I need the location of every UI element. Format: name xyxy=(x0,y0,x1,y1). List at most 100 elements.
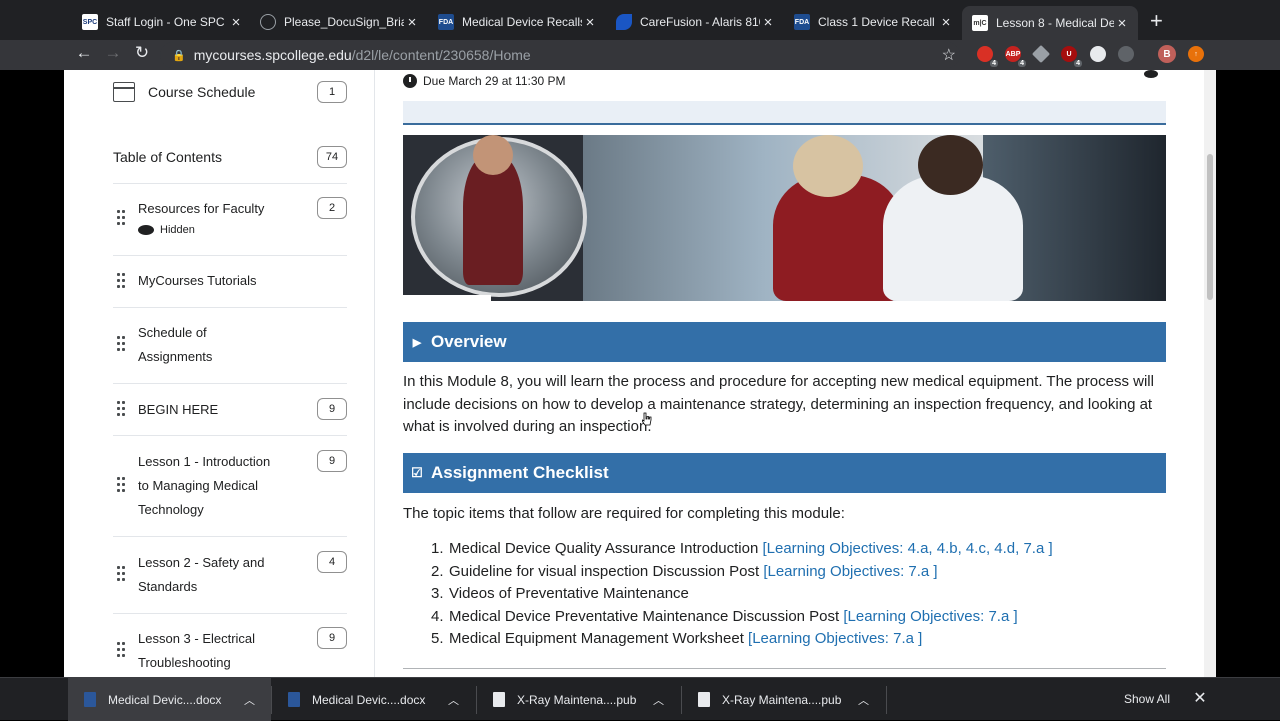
reload-icon[interactable]: ↻ xyxy=(130,43,154,63)
address-bar[interactable]: 🔒 mycourses.spcollege.edu/d2l/le/content… xyxy=(160,42,960,68)
learning-objectives-link[interactable]: [Learning Objectives: 7.a ] xyxy=(843,608,1017,625)
banner-person-center-head xyxy=(793,135,863,197)
sidebar-item-schedule-assignments[interactable]: Schedule of Assignments xyxy=(138,321,258,369)
close-tab-icon[interactable]: × xyxy=(404,14,420,31)
scrollbar-thumb[interactable] xyxy=(1207,154,1213,300)
mc-icon: m|C xyxy=(972,15,988,31)
back-icon[interactable]: ← xyxy=(72,43,96,63)
list-text: Videos of Preventative Maintenance xyxy=(449,585,689,602)
chevron-up-icon[interactable]: ︿ xyxy=(858,692,869,708)
list-text: Medical Equipment Management Worksheet xyxy=(449,630,744,647)
sidebar-item-begin-here[interactable]: BEGIN HERE xyxy=(138,398,306,422)
overview-header[interactable]: ▶ Overview xyxy=(403,322,1166,362)
expand-triangle-icon: ▶ xyxy=(412,336,422,349)
course-sidebar: Course Schedule 1 Table of Contents 74 R… xyxy=(64,70,375,677)
chevron-up-icon[interactable]: ︿ xyxy=(653,692,664,708)
list-text: Medical Device Quality Assurance Introdu… xyxy=(449,540,763,557)
ublock-icon[interactable]: U4 xyxy=(1061,46,1082,67)
word-doc-icon xyxy=(288,692,300,707)
item-count: 9 xyxy=(317,450,347,472)
sidebar-item-lesson-3[interactable]: Lesson 3 - Electrical Troubleshooting xyxy=(138,627,268,675)
show-all-button[interactable]: Show All xyxy=(1113,686,1181,712)
extension-badge: 4 xyxy=(1018,60,1026,67)
tab-strip: SPC Staff Login - One SPC × Please_DocuS… xyxy=(0,0,1280,40)
tab-class1-recall[interactable]: FDA Class 1 Device Recall Ca × xyxy=(786,8,962,36)
tab-title: Medical Device Recalls xyxy=(462,15,582,29)
word-doc-icon xyxy=(84,692,96,707)
drag-handle-icon[interactable] xyxy=(117,208,125,228)
visibility-eye-icon[interactable] xyxy=(1144,70,1158,78)
drag-handle-icon[interactable] xyxy=(117,399,125,419)
bookmark-star-icon[interactable]: ☆ xyxy=(942,45,956,65)
tab-docusign[interactable]: Please_DocuSign_Brian_I × xyxy=(252,8,428,36)
carefusion-icon xyxy=(616,14,632,30)
tab-medical-device-recalls[interactable]: FDA Medical Device Recalls × xyxy=(430,8,606,36)
list-number: 2. xyxy=(431,562,444,580)
chevron-up-icon[interactable]: ︿ xyxy=(244,692,255,708)
list-number: 3. xyxy=(431,585,444,602)
adblock-icon[interactable]: ABP 4 xyxy=(1005,46,1026,67)
checklist-title: Assignment Checklist xyxy=(431,463,609,482)
globe-icon xyxy=(260,14,276,30)
forward-icon[interactable]: → xyxy=(101,43,125,63)
incognito-icon[interactable] xyxy=(1118,46,1134,62)
ublock-label: U xyxy=(1066,50,1072,58)
chevron-up-icon[interactable]: ︿ xyxy=(448,692,459,708)
list-item: 4. Medical Device Preventative Maintenanc… xyxy=(431,608,1018,625)
update-icon[interactable]: ↑ xyxy=(1188,46,1204,62)
download-item[interactable]: X-Ray Maintena....pub ︿ xyxy=(477,678,681,721)
checklist-header[interactable]: ☑ Assignment Checklist xyxy=(403,453,1166,493)
profile-avatar[interactable]: B xyxy=(1158,45,1176,63)
tab-staff-login[interactable]: SPC Staff Login - One SPC × xyxy=(72,8,252,36)
list-item: 3. Videos of Preventative Maintenance xyxy=(431,585,689,602)
spc-icon: SPC xyxy=(82,14,98,30)
divider xyxy=(113,255,347,256)
overview-title: Overview xyxy=(431,332,507,351)
tab-title: Class 1 Device Recall Ca xyxy=(818,15,938,29)
sidebar-item-lesson-1[interactable]: Lesson 1 - Introduction to Managing Medi… xyxy=(138,450,283,522)
list-number: 4. xyxy=(431,607,444,625)
download-item[interactable]: Medical Devic....docx ︿ xyxy=(68,678,271,721)
learning-objectives-link[interactable]: [Learning Objectives: 7.a ] xyxy=(748,630,922,647)
tab-carefusion[interactable]: CareFusion - Alaris 8100 × xyxy=(608,8,784,36)
drag-handle-icon[interactable] xyxy=(117,475,125,495)
scrollbar[interactable] xyxy=(1204,70,1216,677)
close-tab-icon[interactable]: × xyxy=(582,14,598,31)
drag-handle-icon[interactable] xyxy=(117,640,125,660)
url-host: mycourses.spcollege.edu xyxy=(193,47,352,63)
download-item[interactable]: Medical Devic....docx ︿ xyxy=(272,678,476,721)
drag-handle-icon[interactable] xyxy=(117,564,125,584)
fda-icon: FDA xyxy=(438,14,454,30)
sidebar-item-resources-faculty[interactable]: Resources for Faculty xyxy=(138,197,306,221)
close-tab-icon[interactable]: × xyxy=(1114,15,1130,32)
tab-lesson-8[interactable]: m|C Lesson 8 - Medical Devic × xyxy=(962,6,1138,40)
download-filename: X-Ray Maintena....pub xyxy=(517,692,637,707)
drive-icon[interactable] xyxy=(1031,44,1051,64)
item-count: 4 xyxy=(317,551,347,573)
close-tab-icon[interactable]: × xyxy=(228,14,244,31)
learning-objectives-link[interactable]: [Learning Objectives: 4.a, 4.b, 4.c, 4.d… xyxy=(762,540,1052,557)
lesson-content: Due March 29 at 11:30 PM ▶ Overview In t… xyxy=(375,70,1216,677)
sidebar-item-mycourses-tutorials[interactable]: MyCourses Tutorials xyxy=(138,269,306,293)
file-icon xyxy=(698,692,710,707)
circle-extension-icon[interactable] xyxy=(1090,46,1106,62)
divider xyxy=(113,536,347,537)
download-item[interactable]: X-Ray Maintena....pub ︿ xyxy=(682,678,886,721)
close-tab-icon[interactable]: × xyxy=(760,14,776,31)
drag-handle-icon[interactable] xyxy=(117,271,125,291)
checkbox-icon: ☑ xyxy=(411,465,423,480)
sidebar-item-lesson-2[interactable]: Lesson 2 - Safety and Standards xyxy=(138,551,273,599)
close-tab-icon[interactable]: × xyxy=(938,14,954,31)
list-number: 5. xyxy=(431,630,444,647)
course-schedule-link[interactable]: Course Schedule xyxy=(148,80,308,104)
toc-count: 74 xyxy=(317,146,347,168)
extension-red-icon[interactable]: 4 xyxy=(977,46,998,67)
list-item: 2. Guideline for visual inspection Discus… xyxy=(431,563,938,580)
close-icon[interactable]: ✕ xyxy=(1190,688,1210,708)
learning-objectives-link[interactable]: [Learning Objectives: 7.a ] xyxy=(763,563,937,580)
drag-handle-icon[interactable] xyxy=(117,334,125,354)
divider xyxy=(113,383,347,384)
toc-link[interactable]: Table of Contents xyxy=(113,145,347,169)
new-tab-icon[interactable]: + xyxy=(1150,10,1163,32)
list-text: Medical Device Preventative Maintenance … xyxy=(449,607,840,625)
